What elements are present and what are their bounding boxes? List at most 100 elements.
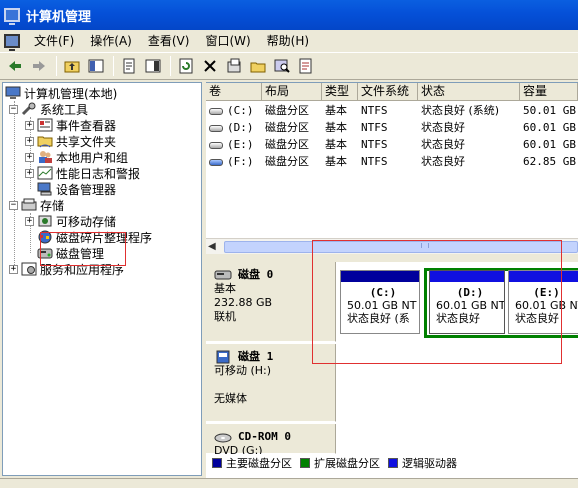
up-folder-icon[interactable]: [61, 55, 83, 77]
disk-0-label[interactable]: 磁盘 0 基本 232.88 GB 联机: [206, 262, 336, 342]
cell-status: 状态良好: [421, 121, 465, 134]
horizontal-splitter[interactable]: [206, 254, 578, 262]
partition-status: 状态良好 (系: [347, 312, 410, 325]
tree-root[interactable]: 计算机管理(本地): [5, 85, 117, 101]
collapse-icon[interactable]: −: [9, 200, 18, 210]
tree-label: 磁盘碎片整理程序: [56, 230, 153, 245]
partition-size: 60.01 GB NT: [515, 299, 578, 312]
computer-icon: [5, 86, 21, 100]
search-icon[interactable]: [271, 55, 293, 77]
expand-icon[interactable]: +: [25, 120, 34, 130]
menu-action[interactable]: 操作(A): [82, 30, 140, 52]
tools-icon: [21, 102, 37, 116]
tree-item-perf-logs[interactable]: + 性能日志和警报: [25, 165, 140, 181]
menu-help[interactable]: 帮助(H): [259, 30, 317, 52]
column-header-volume[interactable]: 卷: [206, 83, 262, 101]
disk-map: 磁盘 0 基本 232.88 GB 联机 (C:) 50.01 GB NT 状态…: [206, 262, 578, 478]
partition-d[interactable]: (D:) 60.01 GB NT 状态良好: [429, 270, 505, 334]
tree-item-removable-storage[interactable]: + 可移动存储: [25, 213, 116, 229]
cell-type: 基本: [325, 121, 347, 134]
cell-type: 基本: [325, 155, 347, 168]
column-header-capacity[interactable]: 容量: [520, 83, 578, 101]
forward-arrow-icon[interactable]: [28, 55, 50, 77]
show-tree-icon[interactable]: [85, 55, 107, 77]
help-icon[interactable]: [142, 55, 164, 77]
refresh-icon[interactable]: [175, 55, 197, 77]
toolbar: [0, 52, 578, 80]
cell-capacity: 60.01 GB: [523, 138, 576, 151]
horizontal-scrollbar[interactable]: ◀: [206, 238, 578, 254]
column-header-status[interactable]: 状态: [418, 83, 520, 101]
tree-item-event-viewer[interactable]: + 事件查看器: [25, 117, 116, 133]
cell-status: 状态良好: [421, 155, 465, 168]
open-icon[interactable]: [247, 55, 269, 77]
menu-file[interactable]: 文件(F): [26, 30, 82, 52]
collapse-icon[interactable]: −: [9, 104, 18, 114]
disk-0-size: 232.88 GB: [214, 296, 273, 309]
cell-volume: (C:): [206, 102, 262, 119]
column-header-layout[interactable]: 布局: [262, 83, 322, 101]
expand-icon[interactable]: +: [25, 216, 34, 226]
disk-management-icon: [37, 246, 53, 260]
properties-icon[interactable]: [118, 55, 140, 77]
expand-icon[interactable]: +: [25, 136, 34, 146]
scroll-thumb[interactable]: [224, 241, 578, 253]
table-row[interactable]: (F:) 磁盘分区 基本 NTFS 状态良好 62.85 GB: [206, 153, 578, 170]
cell-volume-text: (C:): [227, 104, 254, 117]
partition-size: 50.01 GB NT: [347, 299, 417, 312]
scroll-left-icon[interactable]: ◀: [208, 241, 220, 253]
toolbar-separator: [113, 56, 114, 76]
status-bar: [0, 478, 578, 488]
properties-2-icon[interactable]: [223, 55, 245, 77]
table-row[interactable]: (C:) 磁盘分区 基本 NTFS 状态良好 (系统) 50.01 GB: [206, 102, 578, 119]
system-menu-icon[interactable]: [4, 34, 20, 51]
tree-label: 本地用户和组: [56, 150, 129, 165]
menu-window[interactable]: 窗口(W): [197, 30, 258, 52]
tree-item-local-users[interactable]: + 本地用户和组: [25, 149, 128, 165]
partition-name: (C:): [369, 286, 397, 299]
cell-layout: 磁盘分区: [265, 104, 309, 117]
tree-label: 可移动存储: [56, 214, 117, 229]
drive-icon: [209, 107, 223, 115]
services-icon: [21, 262, 37, 276]
delete-icon[interactable]: [199, 55, 221, 77]
partition-status: 状态良好: [436, 312, 480, 325]
tree-label: 设备管理器: [56, 182, 117, 197]
toolbar-separator: [56, 56, 57, 76]
partition-e[interactable]: (E:) 60.01 GB NT 状态良好: [508, 270, 578, 334]
device-manager-icon: [37, 182, 53, 196]
cell-layout: 磁盘分区: [265, 138, 309, 151]
tree-item-disk-management[interactable]: 磁盘管理: [37, 245, 104, 261]
cell-volume-text: (E:): [227, 138, 254, 151]
table-row[interactable]: (E:) 磁盘分区 基本 NTFS 状态良好 60.01 GB: [206, 136, 578, 153]
title-bar: 计算机管理: [0, 0, 578, 30]
back-arrow-icon[interactable]: [4, 55, 26, 77]
table-row[interactable]: (D:) 磁盘分区 基本 NTFS 状态良好 60.01 GB: [206, 119, 578, 136]
column-header-type[interactable]: 类型: [322, 83, 358, 101]
expand-icon[interactable]: +: [25, 168, 34, 178]
export-icon[interactable]: [295, 55, 317, 77]
drive-icon: [209, 141, 223, 149]
expand-icon[interactable]: +: [9, 264, 18, 274]
disk-0-state: 联机: [214, 310, 236, 323]
volume-list: 卷 布局 类型 文件系统 状态 容量 (C:) 磁盘分区 基本 NTFS 状态良…: [206, 82, 578, 254]
tree-item-defrag[interactable]: 磁盘碎片整理程序: [37, 229, 152, 245]
tree-item-device-manager[interactable]: 设备管理器: [37, 181, 116, 197]
tree-item-services-apps[interactable]: + 服务和应用程序: [9, 261, 124, 277]
tree-item-shared-folders[interactable]: + 共享文件夹: [25, 133, 116, 149]
menu-view[interactable]: 查看(V): [140, 30, 198, 52]
expand-icon[interactable]: +: [25, 152, 34, 162]
logical-drive-bar: [430, 271, 504, 282]
tree-item-storage[interactable]: − 存储: [9, 197, 64, 213]
cell-layout: 磁盘分区: [265, 121, 309, 134]
cdrom-0-label[interactable]: CD-ROM 0 DVD (G:): [206, 424, 336, 457]
legend-swatch-primary: [212, 458, 222, 468]
column-header-filesystem[interactable]: 文件系统: [358, 83, 418, 101]
primary-partition-bar: [341, 271, 419, 282]
disk-1-label[interactable]: 磁盘 1 可移动 (H:) 无媒体: [206, 344, 336, 422]
cell-status: 状态良好 (系统): [421, 104, 500, 117]
tree-item-system-tools[interactable]: − 系统工具: [9, 101, 88, 117]
tree-line: [14, 101, 15, 265]
cell-type: 基本: [325, 138, 347, 151]
partition-c[interactable]: (C:) 50.01 GB NT 状态良好 (系: [340, 270, 420, 334]
